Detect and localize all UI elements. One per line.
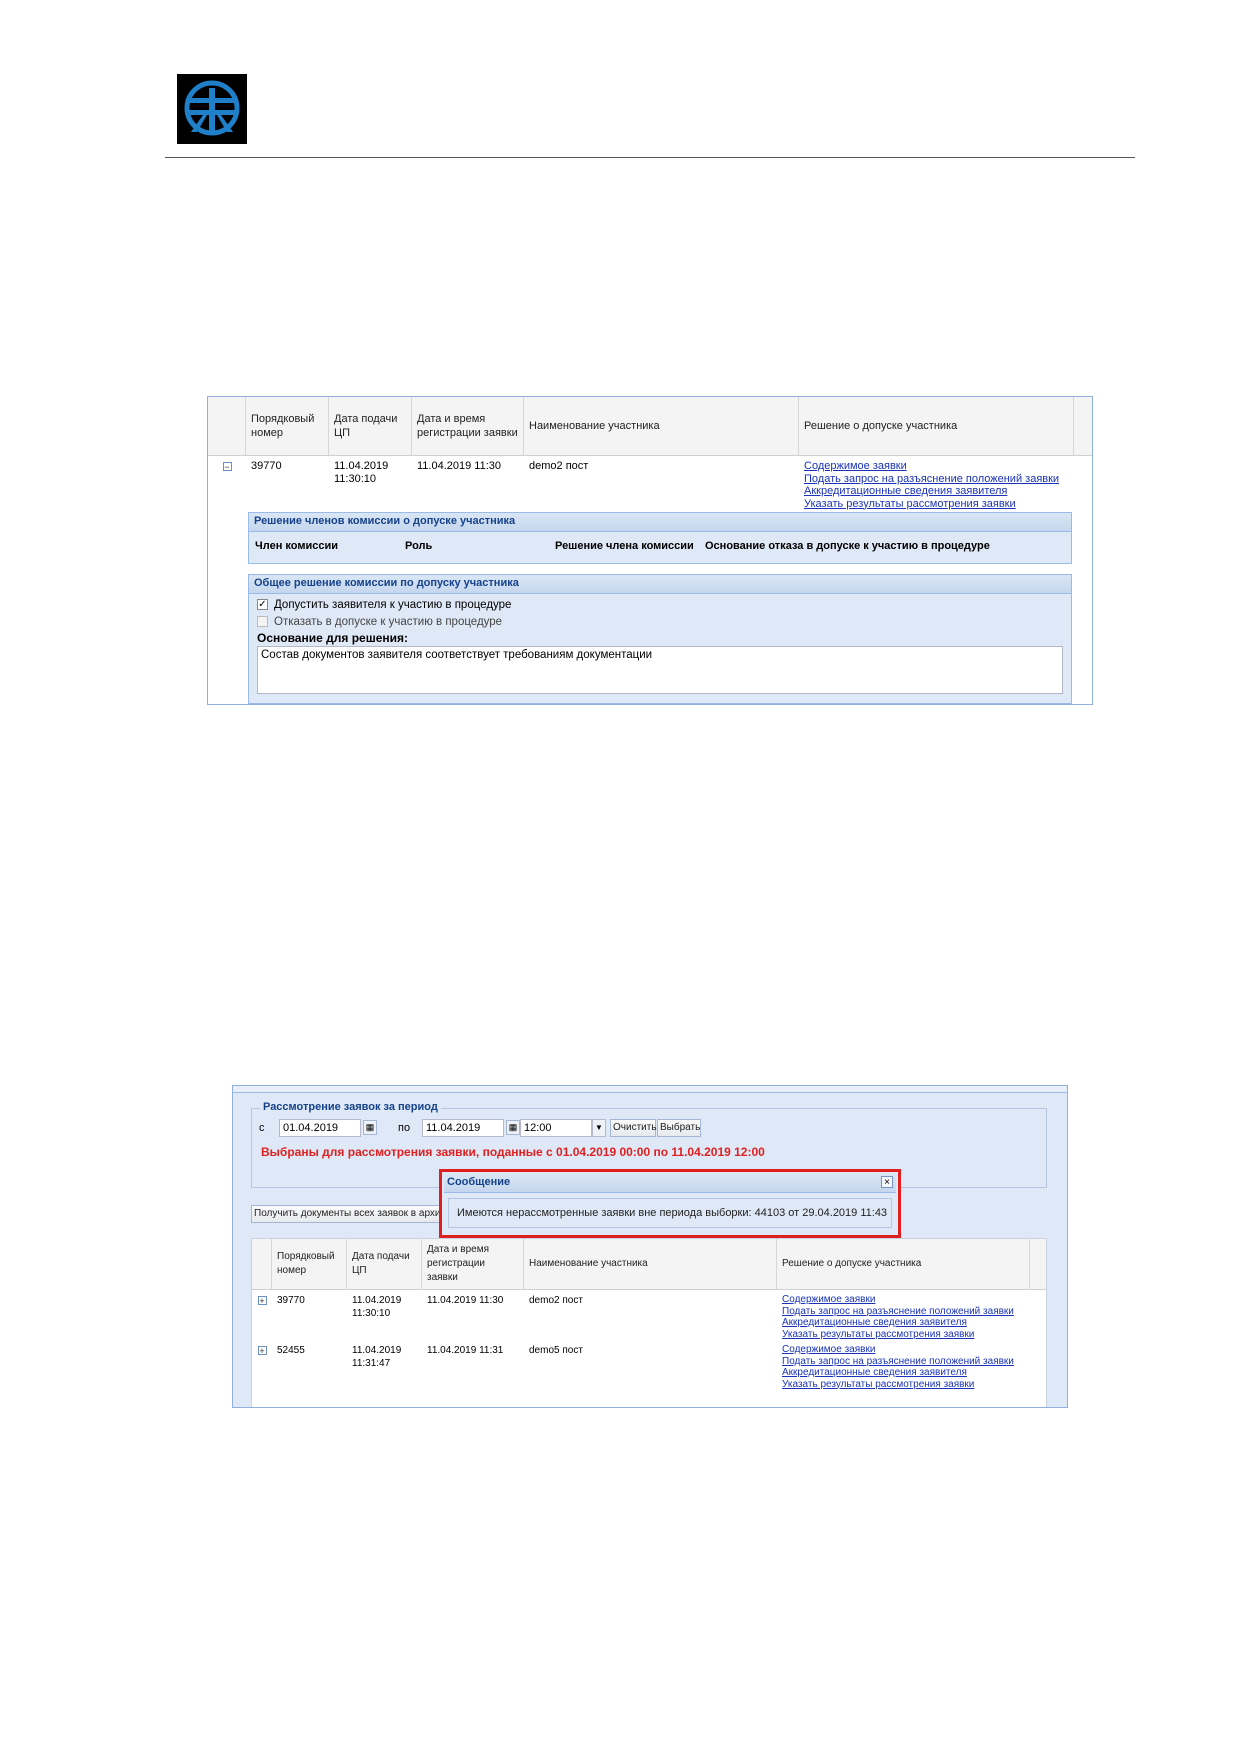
col-number[interactable]: Порядковый номер (272, 1239, 347, 1289)
col-reg-datetime[interactable]: Дата и время регистрации заявки (422, 1239, 524, 1289)
col-submit-date[interactable]: Дата подачи ЦП (347, 1239, 422, 1289)
link-application-content[interactable]: Содержимое заявки (782, 1344, 1025, 1356)
cell-reg-datetime: 11.04.2019 11:30 (417, 460, 502, 472)
checkbox-icon[interactable] (257, 616, 268, 628)
general-decision-panel: Общее решение комиссии по допуску участн… (248, 574, 1072, 704)
highlight-frame: Сообщение × Имеются нерассмотренные заяв… (439, 1169, 901, 1238)
col-member[interactable]: Член комиссии (255, 540, 405, 552)
members-columns: Член комиссии Роль Решение члена комисси… (249, 532, 1071, 560)
period-legend: Рассмотрение заявок за период (260, 1101, 441, 1113)
company-logo (177, 74, 247, 144)
to-date-input[interactable]: 11.04.2019 (422, 1119, 504, 1137)
calendar-icon[interactable]: ▦ (363, 1120, 377, 1135)
col-decision[interactable]: Решение о допуске участника (799, 397, 1074, 455)
table-row[interactable]: + 39770 11.04.2019 11:30:10 11.04.2019 1… (252, 1290, 1046, 1340)
general-panel-title: Общее решение комиссии по допуску участн… (249, 575, 1071, 594)
from-date-input[interactable]: 01.04.2019 (279, 1119, 361, 1137)
cell-reg-datetime: 11.04.2019 11:30 (427, 1295, 504, 1306)
col-decision[interactable]: Решение о допуске участника (777, 1239, 1030, 1289)
link-review-results[interactable]: Указать результаты рассмотрения заявки (782, 1329, 1025, 1341)
chevron-down-icon[interactable]: ▼ (592, 1119, 606, 1137)
cell-number: 39770 (251, 460, 282, 472)
cell-time: 11:30:10 (352, 1308, 391, 1319)
cell-reg-datetime: 11.04.2019 11:31 (427, 1345, 504, 1356)
collapse-icon[interactable]: − (222, 462, 232, 472)
link-accreditation-info[interactable]: Аккредитационные сведения заявителя (782, 1367, 1025, 1379)
archive-button[interactable]: Получить документы всех заявок в архиве (251, 1205, 441, 1223)
basis-textarea[interactable]: Состав документов заявителя соответствуе… (257, 646, 1063, 694)
close-icon[interactable]: × (881, 1176, 893, 1188)
clear-button[interactable]: Очистить (610, 1119, 657, 1137)
link-clarification-request[interactable]: Подать запрос на разъяснение положений з… (804, 473, 1069, 486)
dialog-message: Имеются нерассмотренные заявки вне перио… (448, 1198, 892, 1228)
cell-time: 11:30:10 (334, 473, 377, 485)
figure2-screenshot: Рассмотрение заявок за период с 01.04.20… (232, 1085, 1068, 1408)
grid-header: Порядковый номер Дата подачи ЦП Дата и в… (208, 397, 1092, 456)
link-clarification-request[interactable]: Подать запрос на разъяснение положений з… (782, 1356, 1025, 1368)
cell-participant: demo5 пост (529, 1345, 583, 1356)
cell-date: 11.04.2019 (334, 460, 389, 472)
cell-participant: demo2 пост (529, 460, 589, 472)
cell-time: 11:31:47 (352, 1358, 391, 1369)
col-participant[interactable]: Наименование участника (524, 397, 799, 455)
dialog-title: Сообщение (447, 1176, 511, 1188)
cell-date: 11.04.2019 (352, 1295, 402, 1306)
cell-number: 39770 (277, 1295, 305, 1306)
figure1-screenshot: Порядковый номер Дата подачи ЦП Дата и в… (207, 396, 1093, 705)
link-application-content[interactable]: Содержимое заявки (782, 1294, 1025, 1306)
col-member-decision[interactable]: Решение члена комиссии (555, 540, 705, 552)
basis-label: Основание для решения: (257, 631, 408, 645)
link-review-results[interactable]: Указать результаты рассмотрения заявки (804, 498, 1069, 511)
logo-emblem-icon (177, 74, 247, 144)
table-row[interactable]: − 39770 11.04.2019 11:30:10 11.04.2019 1… (208, 456, 1092, 512)
col-reg-datetime[interactable]: Дата и время регистрации заявки (412, 397, 524, 455)
col-participant[interactable]: Наименование участника (524, 1239, 777, 1289)
members-panel-title: Решение членов комиссии о допуске участн… (249, 513, 1071, 532)
col-submit-date[interactable]: Дата подачи ЦП (329, 397, 412, 455)
to-label: по (398, 1122, 411, 1134)
selected-period-note: Выбраны для рассмотрения заявки, поданны… (261, 1145, 765, 1159)
decision-links: Содержимое заявки Подать запрос на разъя… (777, 1290, 1030, 1340)
members-decision-panel: Решение членов комиссии о допуске участн… (248, 512, 1072, 564)
expand-icon[interactable]: + (257, 1296, 267, 1306)
dialog-titlebar: Сообщение × (444, 1174, 896, 1193)
decision-links: Содержимое заявки Подать запрос на разъя… (777, 1340, 1030, 1390)
grid-header: Порядковый номер Дата подачи ЦП Дата и в… (252, 1239, 1046, 1290)
decision-links: Содержимое заявки Подать запрос на разъя… (799, 456, 1074, 512)
link-review-results[interactable]: Указать результаты рассмотрения заявки (782, 1379, 1025, 1391)
link-clarification-request[interactable]: Подать запрос на разъяснение положений з… (782, 1306, 1025, 1318)
table-row[interactable]: + 52455 11.04.2019 11:31:47 11.04.2019 1… (252, 1340, 1046, 1390)
cell-number: 52455 (277, 1345, 305, 1356)
select-button[interactable]: Выбрать (657, 1119, 701, 1137)
checked-checkbox-icon[interactable]: ✓ (257, 599, 268, 611)
cell-participant: demo2 пост (529, 1295, 583, 1306)
time-select[interactable]: 12:00 (520, 1119, 592, 1137)
link-application-content[interactable]: Содержимое заявки (804, 460, 1069, 473)
col-role[interactable]: Роль (405, 540, 555, 552)
calendar-icon[interactable]: ▦ (506, 1120, 520, 1135)
applications-grid: Порядковый номер Дата подачи ЦП Дата и в… (251, 1238, 1047, 1407)
cell-date: 11.04.2019 (352, 1345, 402, 1356)
col-reject-basis[interactable]: Основание отказа в допуске к участию в п… (705, 540, 990, 552)
link-accreditation-info[interactable]: Аккредитационные сведения заявителя (804, 485, 1069, 498)
col-number[interactable]: Порядковый номер (246, 397, 329, 455)
link-accreditation-info[interactable]: Аккредитационные сведения заявителя (782, 1317, 1025, 1329)
option-reject[interactable]: Отказать в допуске к участию в процедуре (257, 616, 1063, 631)
from-label: с (259, 1122, 265, 1134)
expand-icon[interactable]: + (257, 1346, 267, 1356)
option-admit[interactable]: ✓ Допустить заявителя к участию в процеду… (257, 599, 1063, 616)
header-divider (165, 157, 1135, 158)
